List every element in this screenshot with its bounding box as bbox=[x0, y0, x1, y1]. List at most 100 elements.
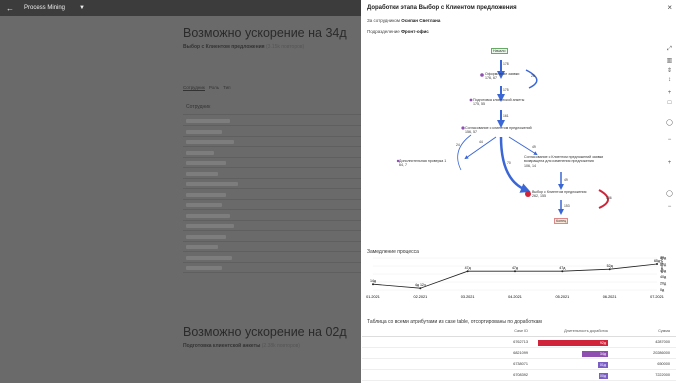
node-3[interactable]: Согласование с клиентом предложений 156, … bbox=[465, 126, 532, 135]
sum-cell: 20286000 bbox=[612, 347, 676, 359]
list-item[interactable] bbox=[186, 129, 222, 134]
tab-type[interactable]: Тип bbox=[223, 85, 231, 91]
table-row[interactable]: 6762713 92д 4287000 bbox=[362, 336, 676, 348]
list-item[interactable] bbox=[186, 234, 226, 239]
list-item[interactable] bbox=[186, 213, 230, 218]
section2-subtitle-bold: Подготовка клиентской анкеты bbox=[183, 343, 261, 349]
details-panel: Доработки этапа Выбор с Клиентом предлож… bbox=[361, 0, 677, 383]
col-case-id[interactable]: Case ID bbox=[362, 327, 532, 337]
flow-label: 175 bbox=[503, 88, 509, 92]
tab-role[interactable]: Роль bbox=[209, 85, 219, 91]
slowdown-chart: 14д 01.2021 4д 12ч 02.2021 47д 03.2021 47д 04.2… bbox=[366, 256, 667, 299]
divider bbox=[183, 167, 361, 168]
loop-1 bbox=[525, 69, 538, 89]
list-item[interactable] bbox=[186, 182, 238, 186]
filter-icon[interactable]: ▼ bbox=[79, 5, 85, 11]
data-point[interactable] bbox=[419, 287, 422, 290]
divider bbox=[183, 240, 361, 242]
list-item[interactable] bbox=[186, 245, 218, 249]
layout-icon[interactable]: □ bbox=[666, 100, 673, 106]
data-point[interactable] bbox=[561, 270, 564, 273]
section1-subtitle: Выбор с Клиентом предложения (3.15k повт… bbox=[183, 44, 304, 50]
data-point[interactable] bbox=[514, 270, 516, 273]
table-row[interactable]: 6708392 00д 7222000 bbox=[362, 369, 676, 381]
department-info: Подразделение Фронт-офис bbox=[367, 29, 429, 34]
flow-4-back bbox=[457, 134, 472, 171]
list-item[interactable] bbox=[186, 224, 234, 228]
duration-bar: 34д bbox=[582, 350, 608, 357]
duration-cell: 34д bbox=[532, 347, 612, 359]
case-id-cell: 6708392 bbox=[362, 369, 532, 381]
x-tick-label: 03.2021 bbox=[461, 295, 475, 299]
list-item[interactable] bbox=[186, 119, 230, 123]
table-row[interactable]: 6738071 01д 650000 bbox=[362, 358, 676, 370]
list-item[interactable] bbox=[186, 140, 234, 144]
list-item[interactable] bbox=[186, 203, 222, 207]
fullscreen-icon[interactable]: ⤢ bbox=[666, 46, 673, 53]
case-table: Case ID Длительность доработок Сумма 676… bbox=[362, 327, 676, 381]
section1-title: Возможно ускорение на 34д bbox=[183, 26, 347, 40]
app-title: Process Mining bbox=[24, 5, 66, 11]
divider bbox=[183, 135, 361, 137]
node-4-value: 64, 7 bbox=[399, 163, 407, 168]
start-node[interactable]: Начало bbox=[491, 48, 508, 55]
node-5-name: Согласование с Клиентом предложений заяв… bbox=[524, 155, 604, 164]
section2-subtitle: Подготовка клиентской анкеты (2.38k повт… bbox=[183, 343, 300, 349]
x-tick-label: 01.2021 bbox=[366, 295, 380, 299]
list-item[interactable] bbox=[186, 192, 226, 197]
data-point[interactable] bbox=[608, 268, 611, 271]
duration-bar: 92д bbox=[538, 339, 608, 346]
flow-label: 24 bbox=[456, 143, 460, 147]
collapse-icon[interactable]: ↕ bbox=[666, 77, 673, 83]
edge-slider-handle[interactable]: ◯ bbox=[666, 190, 673, 197]
list-item[interactable] bbox=[186, 161, 226, 165]
node-2[interactable]: Подготовка клиентской анкеты 175, 55 bbox=[473, 98, 524, 107]
process-map bbox=[396, 60, 609, 215]
panel-title: Доработки этапа Выбор с Клиентом предлож… bbox=[367, 5, 517, 11]
end-node[interactable]: Конец bbox=[554, 218, 569, 225]
case-id-cell: 6762713 bbox=[362, 336, 532, 348]
node-dot-1 bbox=[480, 73, 484, 77]
employee-name: Осипан Светлана bbox=[401, 18, 441, 23]
flow-label: 49 bbox=[564, 178, 568, 182]
section1-subtitle-bold: Выбор с Клиентом предложения bbox=[183, 44, 265, 50]
expand-icon[interactable]: ⇕ bbox=[666, 67, 673, 74]
node-6[interactable]: Выбор с Клиентом предложения 262, 155 bbox=[532, 190, 586, 199]
data-point[interactable] bbox=[656, 263, 658, 265]
back-arrow-icon[interactable]: ← bbox=[6, 4, 14, 13]
list-item[interactable] bbox=[186, 171, 218, 176]
slider-handle[interactable]: ◯ bbox=[666, 119, 673, 126]
flow-label: 136 bbox=[606, 196, 612, 200]
col-sum[interactable]: Сумма bbox=[612, 327, 676, 337]
point-label: 47д bbox=[559, 266, 566, 270]
list-item[interactable] bbox=[186, 255, 233, 260]
divider bbox=[183, 188, 361, 189]
column-header-employee: Сотрудник bbox=[186, 104, 211, 110]
edge-zoom-out-icon[interactable]: − bbox=[666, 204, 673, 210]
list-item[interactable] bbox=[186, 266, 222, 270]
data-point[interactable] bbox=[466, 270, 469, 273]
flow-label: 178 bbox=[503, 62, 509, 66]
data-point[interactable] bbox=[372, 283, 374, 286]
case-id-cell: 6738071 bbox=[362, 358, 532, 370]
edge-filter-icon[interactable]: + bbox=[666, 160, 673, 166]
list-item[interactable] bbox=[186, 150, 214, 155]
close-icon[interactable]: × bbox=[667, 3, 672, 12]
fit-icon[interactable]: ▥ bbox=[666, 57, 673, 64]
x-tick-label: 06.2021 bbox=[603, 295, 617, 299]
zoom-out-icon[interactable]: − bbox=[666, 137, 673, 143]
flow-label: 70 bbox=[507, 161, 511, 165]
col-duration[interactable]: Длительность доработок bbox=[532, 327, 612, 337]
tab-strip: Сотрудник Роль Тип bbox=[183, 85, 231, 91]
node-1[interactable]: Оформление заявки 176, 67 bbox=[485, 72, 519, 81]
node-4[interactable]: Дополнительная проверка 1 64, 7 bbox=[399, 159, 459, 168]
x-tick-label: 04.2021 bbox=[508, 295, 522, 299]
point-label: 47д bbox=[512, 266, 519, 270]
sum-cell: 650000 bbox=[612, 358, 676, 370]
divider bbox=[183, 272, 361, 273]
zoom-in-icon[interactable]: + bbox=[666, 90, 673, 96]
tab-employee[interactable]: Сотрудник bbox=[183, 85, 205, 91]
node-5[interactable]: Согласование с Клиентом предложений заяв… bbox=[524, 155, 604, 168]
point-label: 14д bbox=[370, 279, 377, 283]
table-row[interactable]: 6821099 34д 20286000 bbox=[362, 347, 676, 359]
